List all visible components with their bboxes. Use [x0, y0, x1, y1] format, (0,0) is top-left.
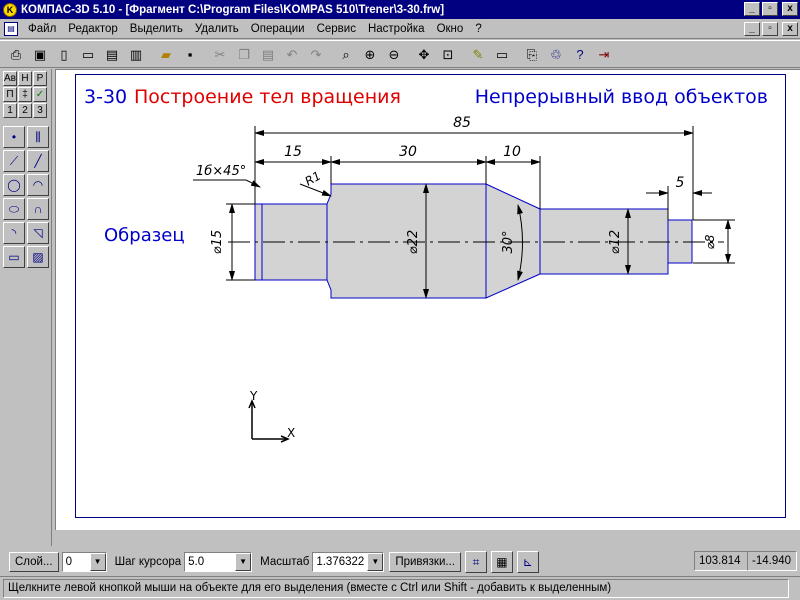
- drawing-svg: 3-30 Построение тел вращения Непрерывный…: [84, 86, 768, 443]
- dim-d15: ⌀15: [210, 230, 225, 254]
- dim-chamfer: 1б×45°: [196, 164, 246, 179]
- mode-title: Непрерывный ввод объектов: [475, 86, 768, 108]
- coord-y-field: -14.940: [747, 551, 797, 571]
- axis-x-label: X: [287, 426, 295, 440]
- chevron-down-icon[interactable]: ▼: [235, 553, 252, 571]
- dim-step1: 15: [284, 144, 302, 160]
- dim-step3: 10: [503, 144, 521, 160]
- snap-settings-icon[interactable]: ⌗: [464, 551, 487, 573]
- layer-button[interactable]: Слой...: [9, 552, 59, 572]
- dim-radius: R1: [303, 168, 324, 188]
- coordinate-axes-icon: [248, 399, 290, 443]
- cursor-step-select[interactable]: 5.0 ▼: [184, 552, 253, 572]
- sample-label: Образец: [104, 225, 185, 246]
- snaps-button[interactable]: Привязки...: [389, 552, 461, 572]
- dim-step4: 5: [676, 175, 685, 191]
- shaft-part[interactable]: [254, 183, 693, 299]
- axis-y-label: Y: [249, 389, 258, 403]
- scale-label: Масштаб: [260, 556, 310, 568]
- property-bar: Слой... 0 ▼ Шаг курсора 5.0 ▼ Масштаб 1.…: [0, 548, 800, 576]
- dim-overall: 85: [453, 115, 471, 131]
- task-title: Построение тел вращения: [134, 86, 401, 108]
- coord-x-field: 103.814: [694, 551, 748, 571]
- status-bar: Щелкните левой кнопкой мыши на объекте д…: [0, 576, 800, 600]
- dim-d12: ⌀12: [608, 230, 623, 254]
- dim-d8: ⌀8: [703, 234, 717, 249]
- cursor-step-value: 5.0: [188, 556, 205, 568]
- status-message: Щелкните левой кнопкой мыши на объекте д…: [3, 579, 789, 598]
- scale-value: 1.376322: [316, 556, 365, 568]
- task-number: 3-30: [84, 86, 127, 108]
- layer-select[interactable]: 0 ▼: [61, 552, 107, 572]
- grid-icon[interactable]: ▦: [490, 551, 513, 573]
- dim-angle: 30°: [501, 230, 516, 253]
- chevron-down-icon[interactable]: ▼: [367, 553, 384, 571]
- cursor-step-label: Шаг курсора: [114, 556, 182, 568]
- layer-value: 0: [65, 556, 72, 568]
- scale-select[interactable]: 1.376322 ▼: [312, 552, 385, 572]
- dim-d22: ⌀22: [406, 230, 421, 254]
- chevron-down-icon[interactable]: ▼: [89, 553, 106, 571]
- dim-step2: 30: [399, 144, 417, 160]
- local-cs-icon[interactable]: ⊾: [516, 551, 539, 573]
